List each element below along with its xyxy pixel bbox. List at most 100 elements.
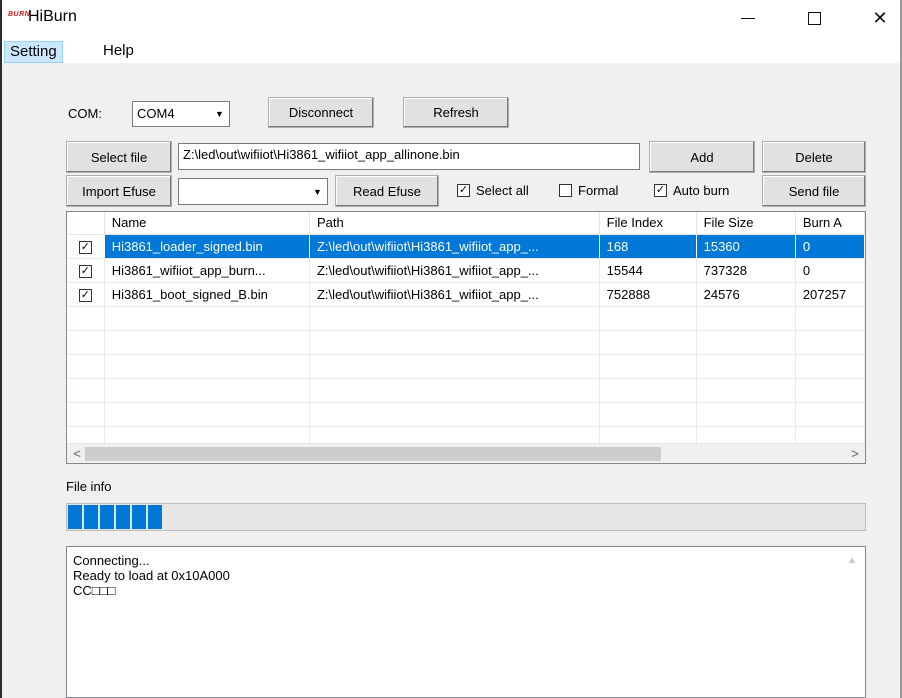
hiburn-window: BURN HiBurn ✕ Setting Help COM: COM4 ▼ D…: [0, 0, 902, 698]
log-line: Connecting...: [73, 553, 150, 568]
empty-cell: [67, 402, 105, 427]
com-label: COM:: [68, 106, 102, 121]
auto-burn-checkbox[interactable]: ✓ Auto burn: [654, 183, 729, 198]
horizontal-scrollbar[interactable]: < >: [67, 443, 865, 463]
formal-checkbox[interactable]: Formal: [559, 183, 618, 198]
table-row[interactable]: ✓ Hi3861_wifiiot_app_burn... Z:\led\out\wi…: [67, 258, 865, 283]
scroll-thumb[interactable]: [85, 447, 661, 461]
scroll-right-icon[interactable]: >: [847, 446, 863, 462]
com-port-value: COM4: [137, 106, 175, 121]
progress-fill: [68, 505, 162, 529]
progress-segment: [132, 505, 146, 529]
cell-burn-addr: 0: [795, 258, 865, 283]
delete-button[interactable]: Delete: [762, 141, 866, 173]
empty-cell: [104, 378, 310, 403]
column-header-path[interactable]: Path: [309, 212, 600, 235]
title-bar[interactable]: BURN HiBurn ✕: [2, 0, 900, 38]
chevron-down-icon: ▼: [313, 186, 322, 197]
empty-cell: [104, 354, 310, 379]
table-row[interactable]: ✓ Hi3861_loader_signed.bin Z:\led\out\wifi…: [67, 234, 865, 259]
empty-cell: [599, 306, 697, 331]
read-efuse-button[interactable]: Read Efuse: [335, 175, 439, 207]
menu-setting[interactable]: Setting: [4, 41, 63, 63]
empty-cell: [696, 330, 796, 355]
scroll-up-icon[interactable]: ▲: [847, 555, 857, 566]
column-header-burn-addr[interactable]: Burn A: [795, 212, 865, 235]
menu-help[interactable]: Help: [98, 41, 139, 63]
cell-file-size: 24576: [696, 282, 796, 307]
com-port-select[interactable]: COM4 ▼: [132, 101, 230, 127]
auto-burn-label: Auto burn: [673, 183, 730, 198]
empty-cell: [795, 354, 865, 379]
row-checkbox[interactable]: ✓: [67, 282, 105, 307]
maximize-button[interactable]: [792, 0, 836, 36]
select-file-button[interactable]: Select file: [66, 141, 172, 173]
empty-cell: [795, 402, 865, 427]
row-checkbox[interactable]: ✓: [67, 258, 105, 283]
select-all-label: Select all: [476, 183, 529, 198]
progress-segment: [68, 505, 82, 529]
add-button[interactable]: Add: [649, 141, 755, 173]
checkbox-icon: ✓: [654, 184, 667, 197]
column-header-file-index[interactable]: File Index: [599, 212, 697, 235]
app-logo-icon: BURN: [8, 11, 31, 18]
efuse-select[interactable]: ▼: [178, 178, 328, 205]
select-all-checkbox[interactable]: ✓ Select all: [457, 183, 529, 198]
empty-row: [67, 378, 865, 403]
cell-burn-addr: 207257: [795, 282, 865, 307]
cell-path: Z:\led\out\wifiiot\Hi3861_wifiiot_app_..…: [309, 234, 600, 259]
log-output[interactable]: Connecting... Ready to load at 0x10A000 …: [66, 546, 866, 698]
close-button[interactable]: ✕: [858, 0, 902, 36]
log-line: CC□□□: [73, 583, 116, 598]
file-info-label: File info: [66, 479, 112, 494]
checkbox-icon: ✓: [78, 240, 92, 254]
checkbox-icon: [559, 184, 572, 197]
scroll-left-icon[interactable]: <: [69, 446, 85, 462]
empty-cell: [104, 330, 310, 355]
menu-bar: Setting Help: [2, 38, 900, 64]
empty-cell: [67, 354, 105, 379]
cell-file-size: 15360: [696, 234, 796, 259]
row-checkbox[interactable]: ✓: [67, 234, 105, 259]
table-header-row: Name Path File Index File Size Burn A: [67, 212, 865, 235]
empty-cell: [67, 306, 105, 331]
checkbox-icon: ✓: [78, 288, 92, 302]
column-header-name[interactable]: Name: [104, 212, 310, 235]
progress-segment: [116, 505, 130, 529]
empty-cell: [309, 378, 600, 403]
empty-cell: [795, 330, 865, 355]
empty-cell: [67, 330, 105, 355]
disconnect-button[interactable]: Disconnect: [268, 97, 374, 128]
empty-cell: [67, 378, 105, 403]
empty-row: [67, 330, 865, 355]
send-file-button[interactable]: Send file: [762, 175, 866, 207]
empty-cell: [696, 354, 796, 379]
progress-segment: [84, 505, 98, 529]
empty-cell: [309, 354, 600, 379]
file-path-field[interactable]: Z:\led\out\wifiiot\Hi3861_wifiiot_app_al…: [178, 143, 640, 170]
table-row[interactable]: ✓ Hi3861_boot_signed_B.bin Z:\led\out\wifi…: [67, 282, 865, 307]
file-list-table[interactable]: Name Path File Index File Size Burn A ✓ H…: [66, 211, 866, 464]
cell-name: Hi3861_wifiiot_app_burn...: [104, 258, 310, 283]
empty-cell: [795, 378, 865, 403]
empty-cell: [599, 330, 697, 355]
progress-segment: [100, 505, 114, 529]
window-title: HiBurn: [28, 8, 77, 25]
cell-name: Hi3861_boot_signed_B.bin: [104, 282, 310, 307]
column-header-file-size[interactable]: File Size: [696, 212, 796, 235]
refresh-button[interactable]: Refresh: [403, 97, 509, 128]
empty-cell: [309, 402, 600, 427]
empty-cell: [696, 402, 796, 427]
empty-cell: [795, 306, 865, 331]
empty-row: [67, 402, 865, 427]
import-efuse-button[interactable]: Import Efuse: [66, 175, 172, 207]
minimize-button[interactable]: [726, 0, 770, 36]
cell-file-index: 15544: [599, 258, 697, 283]
empty-cell: [599, 354, 697, 379]
log-line: Ready to load at 0x10A000: [73, 568, 230, 583]
burn-progress-bar: [66, 503, 866, 531]
formal-label: Formal: [578, 183, 619, 198]
empty-cell: [104, 306, 310, 331]
empty-row: [67, 306, 865, 331]
column-header-check[interactable]: [67, 212, 105, 235]
